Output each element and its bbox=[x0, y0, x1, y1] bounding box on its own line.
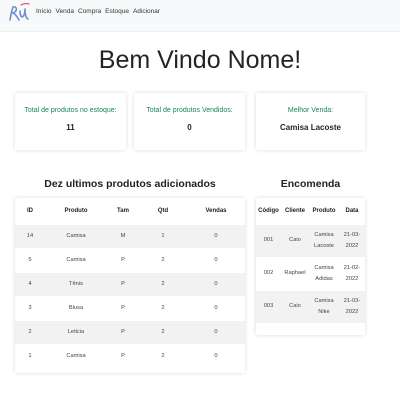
cell-tam: P bbox=[107, 319, 139, 344]
table-row: 002 Raphael Camisa Adidas 21-02-2022 bbox=[256, 256, 365, 290]
stat-value-best-sale: Camisa Lacoste bbox=[280, 123, 341, 132]
table-row: 5 Camisa P 2 0 bbox=[15, 247, 245, 272]
nav-link-compra[interactable]: Compra bbox=[78, 8, 101, 15]
cell-codigo: 001 bbox=[256, 223, 281, 257]
cell-codigo: 002 bbox=[256, 256, 281, 290]
products-table-card: ID Produto Tam Qtd Vendas 14 Camisa M 1 … bbox=[15, 198, 245, 373]
nav-link-estoque[interactable]: Estoque bbox=[105, 8, 129, 15]
nav-link-inicio[interactable]: Início bbox=[36, 8, 52, 15]
brand-logo[interactable] bbox=[7, 2, 31, 24]
cell-cliente: Raphael bbox=[281, 256, 309, 290]
cell-data: 21-03-2022 bbox=[339, 289, 365, 323]
table-row: 001 Caio Camisa Lacoste 21-03-2022 bbox=[256, 223, 365, 257]
products-title: Dez ultimos produtos adicionados bbox=[44, 178, 216, 190]
stat-card-best-sale: Melhor Venda: Camisa Lacoste bbox=[256, 93, 365, 150]
col-header-qtd: Qtd bbox=[157, 207, 169, 214]
cell-qtd: 2 bbox=[139, 343, 187, 368]
products-header-row: ID Produto Tam Qtd Vendas bbox=[15, 198, 245, 224]
welcome-heading: Bem Vindo Nome! bbox=[0, 46, 400, 75]
navbar: Início Venda Compra Estoque Adicionar bbox=[0, 0, 400, 32]
cell-tam: P bbox=[107, 247, 139, 272]
table-row: 3 Blusa P 2 0 bbox=[15, 295, 245, 320]
cell-vendas: 0 bbox=[187, 247, 245, 272]
cell-vendas: 0 bbox=[187, 343, 245, 368]
stat-label-stock: Total de produtos no estoque: bbox=[24, 107, 117, 114]
products-table: ID Produto Tam Qtd Vendas 14 Camisa M 1 … bbox=[15, 198, 245, 368]
col-header-produto: Produto bbox=[312, 207, 336, 214]
col-header-tam: Tam bbox=[117, 207, 129, 214]
cell-produto: Camisa bbox=[45, 343, 107, 368]
cell-qtd: 2 bbox=[139, 271, 187, 296]
cell-qtd: 2 bbox=[139, 319, 187, 344]
col-header-data: Data bbox=[345, 207, 359, 214]
cell-produto: Camisa bbox=[45, 247, 107, 272]
cell-vendas: 0 bbox=[187, 319, 245, 344]
nav-link-venda[interactable]: Venda bbox=[56, 8, 74, 15]
col-header-codigo: Código bbox=[258, 207, 279, 214]
cell-produto: Tênis bbox=[45, 271, 107, 296]
col-header-produto: Produto bbox=[64, 207, 88, 214]
table-row: 2 Leticia P 2 0 bbox=[15, 319, 245, 344]
table-row: 1 Camisa P 2 0 bbox=[15, 343, 245, 368]
cell-produto: Camisa Adidas bbox=[309, 256, 339, 290]
cell-id: 14 bbox=[15, 223, 45, 248]
cell-id: 1 bbox=[15, 343, 45, 368]
stat-value-stock: 11 bbox=[66, 123, 75, 132]
cell-produto: Leticia bbox=[45, 319, 107, 344]
cell-codigo: 003 bbox=[256, 289, 281, 323]
cell-id: 5 bbox=[15, 247, 45, 272]
welcome-suffix: ! bbox=[294, 46, 302, 74]
col-header-cliente: Cliente bbox=[284, 207, 305, 214]
welcome-prefix: Bem Vindo bbox=[98, 46, 228, 74]
cell-qtd: 2 bbox=[139, 247, 187, 272]
cell-produto: Blusa bbox=[45, 295, 107, 320]
cell-produto: Camisa Nike bbox=[309, 289, 339, 323]
cell-vendas: 0 bbox=[187, 223, 245, 248]
welcome-name: Nome bbox=[227, 46, 295, 74]
cell-vendas: 0 bbox=[187, 295, 245, 320]
cell-vendas: 0 bbox=[187, 271, 245, 296]
cell-qtd: 2 bbox=[139, 295, 187, 320]
nav-link-adicionar[interactable]: Adicionar bbox=[133, 8, 160, 15]
stat-card-stock: Total de produtos no estoque: 11 bbox=[15, 93, 126, 150]
stat-value-sold: 0 bbox=[187, 123, 192, 132]
cell-data: 21-03-2022 bbox=[339, 223, 365, 257]
cell-tam: M bbox=[107, 223, 139, 248]
cell-id: 2 bbox=[15, 319, 45, 344]
col-header-vendas: Vendas bbox=[205, 207, 227, 214]
orders-table-card: Código Cliente Produto Data 001 Caio Cam… bbox=[256, 198, 365, 335]
cell-id: 4 bbox=[15, 271, 45, 296]
col-header-id: ID bbox=[27, 207, 33, 214]
cell-cliente: Caio bbox=[281, 223, 309, 257]
table-row: 4 Tênis P 2 0 bbox=[15, 271, 245, 296]
cell-qtd: 1 bbox=[139, 223, 187, 248]
orders-title: Encomenda bbox=[280, 178, 341, 190]
cell-cliente: Caio bbox=[281, 289, 309, 323]
cell-produto: Camisa bbox=[45, 223, 107, 248]
cell-produto: Camisa Lacoste bbox=[309, 223, 339, 257]
cell-tam: P bbox=[107, 271, 139, 296]
stat-card-sold: Total de produtos Vendidos: 0 bbox=[134, 93, 245, 150]
stat-label-sold: Total de produtos Vendidos: bbox=[146, 107, 233, 114]
cell-data: 21-02-2022 bbox=[339, 256, 365, 290]
cell-tam: P bbox=[107, 343, 139, 368]
table-row: 003 Caio Camisa Nike 21-03-2022 bbox=[256, 289, 365, 323]
cell-tam: P bbox=[107, 295, 139, 320]
table-row: 14 Camisa M 1 0 bbox=[15, 223, 245, 248]
stat-label-best-sale: Melhor Venda: bbox=[287, 107, 334, 114]
orders-table: Código Cliente Produto Data 001 Caio Cam… bbox=[256, 198, 365, 323]
cell-id: 3 bbox=[15, 295, 45, 320]
orders-header-row: Código Cliente Produto Data bbox=[256, 198, 365, 224]
